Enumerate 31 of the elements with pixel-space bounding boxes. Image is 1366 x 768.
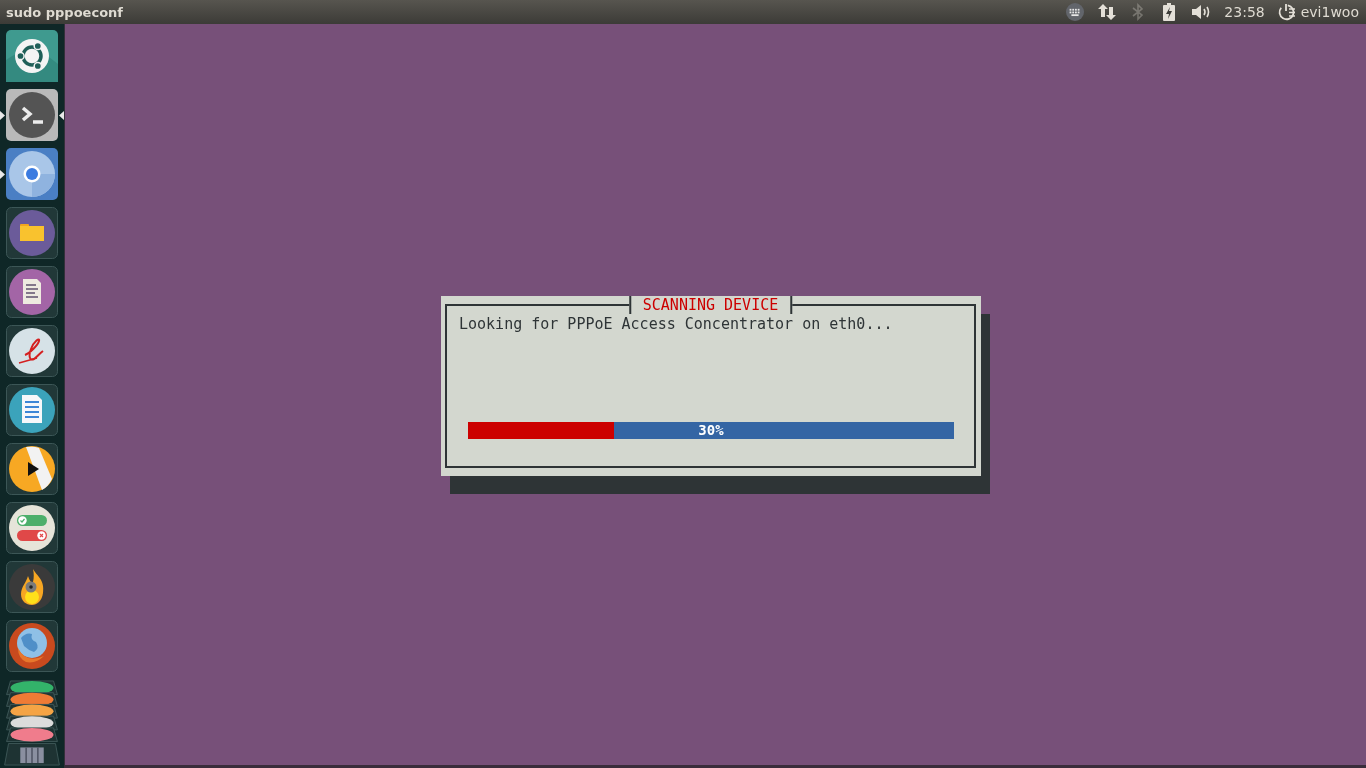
progress-label: 30% (698, 421, 724, 439)
launcher-button[interactable] (6, 30, 58, 82)
launcher-button[interactable] (6, 502, 58, 554)
launcher-button[interactable] (6, 561, 58, 613)
flame-disc-icon (6, 561, 58, 613)
dialog-message: Looking for PPPoE Access Concentrator on eth0... (459, 314, 893, 333)
terminal-icon (6, 89, 58, 141)
window-title: sudo pppoeconf (5, 4, 123, 20)
launcher-button[interactable] (6, 207, 58, 259)
play-icon (6, 443, 58, 495)
signature-icon (6, 325, 58, 377)
launcher-button[interactable] (6, 325, 58, 377)
up-down-arrows-icon[interactable] (1098, 3, 1117, 21)
toggle-switches-icon (6, 502, 58, 554)
launcher-button[interactable] (6, 89, 58, 141)
user-name[interactable]: evi1woo (1300, 4, 1359, 20)
clock-label[interactable]: 23:58 (1224, 4, 1265, 20)
browser-icon (6, 148, 58, 200)
note-page-icon (6, 266, 58, 318)
launcher-button[interactable] (6, 443, 58, 495)
dialog-title: SCANNING DEVICE (628, 295, 793, 314)
launcher-button[interactable] (6, 384, 58, 436)
power-icon[interactable] (1277, 3, 1296, 21)
keyboard-icon[interactable] (1066, 3, 1085, 21)
launcher-button[interactable] (6, 620, 58, 672)
circle-logo-icon (6, 30, 58, 82)
launcher-button[interactable] (6, 266, 58, 318)
text-page-icon (6, 384, 58, 436)
battery-charging-icon[interactable] (1163, 3, 1176, 21)
globe-icon (6, 620, 58, 672)
folder-icon (6, 207, 58, 259)
